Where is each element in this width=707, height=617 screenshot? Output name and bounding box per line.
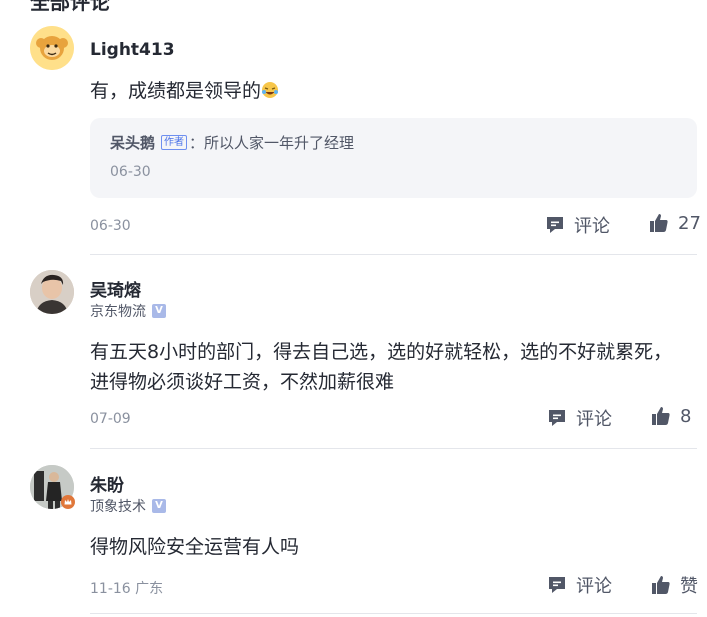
company-name: 京东物流 <box>90 304 146 320</box>
comment-author-name[interactable]: 吴琦熔 <box>90 276 141 301</box>
comment-date: 07-09 <box>90 411 131 427</box>
divider <box>90 254 697 255</box>
crown-level-icon <box>61 495 75 509</box>
comment-text-content: 有，成绩都是领导的 <box>90 80 262 102</box>
comment-button[interactable]: 评论 <box>546 572 612 598</box>
reply-box: 呆头鹅 作者 ：所以人家一年升了经理 06-30 <box>90 118 697 198</box>
reply-line: 呆头鹅 作者 ：所以人家一年升了经理 <box>110 132 354 153</box>
comment-button[interactable]: 评论 <box>544 212 610 238</box>
like-button[interactable]: 27 <box>648 212 701 234</box>
like-label: 赞 <box>680 576 698 597</box>
comment-author-name[interactable]: 朱盼 <box>90 471 124 496</box>
thumbs-up-icon <box>652 576 670 594</box>
thumbs-up-icon <box>652 407 670 425</box>
comment-text: 有五天8小时的部门，得去自己选，选的好就轻松，选的不好就累死，进得物必须谈好工资… <box>90 341 673 393</box>
author-tag-badge: 作者 <box>161 135 188 150</box>
comment-date: 06-30 <box>90 218 131 234</box>
divider <box>90 613 697 614</box>
comment-button[interactable]: 评论 <box>546 405 612 431</box>
like-button[interactable]: 8 <box>650 405 691 427</box>
verified-badge-icon: V <box>152 304 166 318</box>
comment-bubble-icon <box>547 217 563 233</box>
comment-button-label: 评论 <box>576 576 612 597</box>
comment-button-label: 评论 <box>576 409 612 430</box>
user-photo-icon <box>30 270 74 314</box>
comment-bubble-icon <box>549 577 565 593</box>
company-name: 顶象技术 <box>90 499 146 515</box>
laughing-tears-emoji-icon <box>262 82 279 98</box>
verified-badge-icon: V <box>152 499 166 513</box>
comment-text: 有，成绩都是领导的 <box>90 76 690 106</box>
author-company: 京东物流 V <box>90 301 166 321</box>
reply-date: 06-30 <box>110 164 151 180</box>
like-count: 27 <box>678 212 701 234</box>
comment-text: 得物风险安全运营有人吗 <box>90 536 300 558</box>
author-company: 顶象技术 V <box>90 496 166 516</box>
monkey-avatar-icon <box>30 26 74 70</box>
comment-author-name[interactable]: Light413 <box>90 40 175 60</box>
avatar[interactable] <box>30 270 74 314</box>
thumbs-up-icon <box>650 214 668 232</box>
like-button[interactable]: 赞 <box>650 572 698 598</box>
like-count: 8 <box>680 405 692 427</box>
reply-author-name[interactable]: 呆头鹅 <box>110 132 155 153</box>
divider <box>90 448 697 449</box>
comment-bubble-icon <box>549 410 565 426</box>
avatar[interactable] <box>30 26 74 70</box>
reply-text: ：所以人家一年升了经理 <box>189 134 355 152</box>
page-title: 全部评论 <box>30 0 110 14</box>
comment-date: 11-16 广东 <box>90 581 164 597</box>
comment-button-label: 评论 <box>574 216 610 237</box>
